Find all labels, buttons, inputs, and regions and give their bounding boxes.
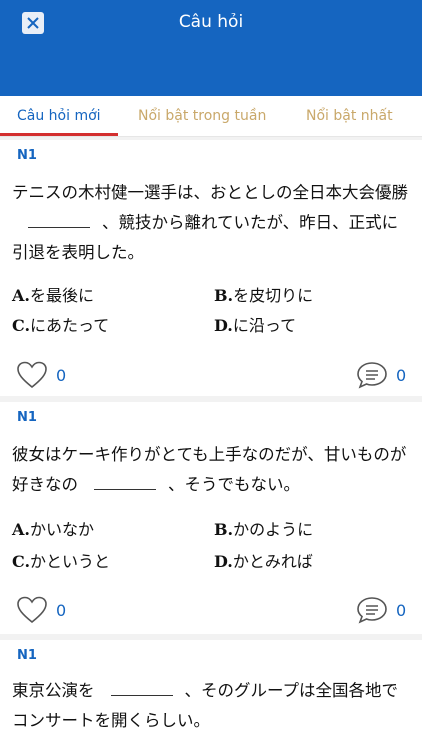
option-b[interactable]: B.を皮切りに (214, 285, 313, 307)
like-button[interactable]: 0 (16, 361, 66, 389)
heart-icon (16, 596, 48, 624)
option-d[interactable]: D.かとみれば (214, 551, 313, 573)
option-d[interactable]: D.に沿って (214, 315, 296, 337)
option-c[interactable]: C.にあたって (12, 315, 109, 337)
question-card[interactable]: N1 テニスの木村健一選手は、おととしの全日本大会優勝、競技から離れていたが、昨… (0, 140, 422, 396)
like-button[interactable]: 0 (16, 596, 66, 624)
question-card[interactable]: N1 彼女はケーキ作りがとても上手なのだが、甘いものが好きなの 、そうでもない。 … (0, 402, 422, 634)
option-c[interactable]: C.かというと (12, 551, 110, 573)
answer-blank (28, 209, 90, 228)
like-count: 0 (56, 600, 67, 620)
answer-blank (110, 677, 173, 696)
comment-icon (356, 596, 388, 624)
heart-icon (16, 361, 48, 389)
tab-weekly-featured[interactable]: Nổi bật trong tuần (138, 96, 266, 136)
comment-count: 0 (396, 365, 407, 385)
app-header: Câu hỏi (0, 0, 422, 96)
page-title: Câu hỏi (178, 12, 244, 32)
like-count: 0 (56, 365, 67, 385)
comment-count: 0 (396, 600, 407, 620)
comment-icon (356, 361, 388, 389)
option-a[interactable]: A.かいなか (12, 519, 94, 541)
level-badge: N1 (17, 410, 37, 425)
option-a[interactable]: A.を最後に (12, 285, 94, 307)
tab-bar: Câu hỏi mới Nổi bật trong tuần Nổi bật n… (0, 96, 422, 137)
comment-button[interactable]: 0 (356, 361, 406, 389)
tab-most-featured[interactable]: Nổi bật nhất (306, 96, 393, 136)
question-text: 東京公演を 、そのグループは全国各地でコンサートを開くらしい。 (12, 676, 412, 736)
level-badge: N1 (17, 648, 37, 663)
answer-blank (94, 471, 156, 490)
question-text: 彼女はケーキ作りがとても上手なのだが、甘いものが好きなの 、そうでもない。 (12, 445, 407, 494)
active-tab-indicator (0, 133, 118, 136)
question-text: テニスの木村健一選手は、おととしの全日本大会優勝、競技から離れていたが、昨日、正… (12, 183, 408, 262)
option-b[interactable]: B.かのように (214, 519, 313, 541)
level-badge: N1 (17, 148, 37, 163)
question-card[interactable]: N1 東京公演を 、そのグループは全国各地でコンサートを開くらしい。 (0, 640, 422, 750)
comment-button[interactable]: 0 (356, 596, 406, 624)
tab-new-questions[interactable]: Câu hỏi mới (17, 96, 101, 136)
